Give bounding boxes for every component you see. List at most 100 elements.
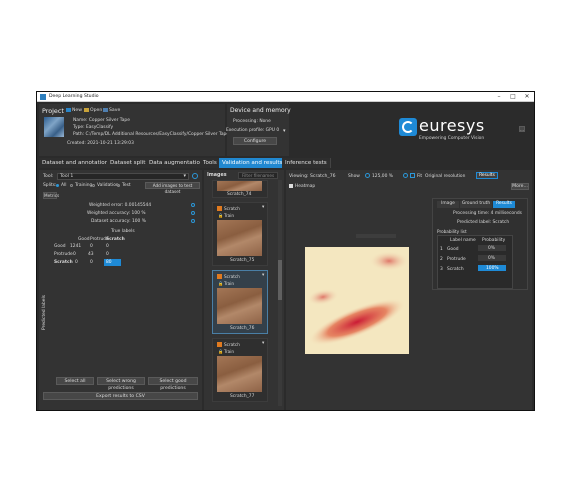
image-label: Scratch bbox=[224, 274, 240, 279]
results-panel: Image Ground truth Results Processing ti… bbox=[432, 198, 528, 290]
zoom-out-icon[interactable] bbox=[365, 173, 370, 178]
matrix-cell[interactable]: 43 bbox=[88, 252, 94, 257]
split-badge: 🔒 bbox=[218, 349, 224, 354]
tab-ground-truth[interactable]: Ground truth bbox=[460, 201, 492, 208]
image-thumbnail bbox=[217, 181, 262, 191]
heatmap-image[interactable] bbox=[305, 247, 409, 354]
tab-data-augmentation[interactable]: Data augmentation bbox=[146, 158, 208, 168]
new-button[interactable]: New bbox=[72, 108, 82, 113]
prob-row-name: Scratch bbox=[447, 267, 464, 272]
tab-tools[interactable]: Tools bbox=[200, 158, 221, 168]
image-thumbnail bbox=[217, 288, 262, 324]
help-icon[interactable] bbox=[191, 219, 195, 223]
matrix-cell-selected[interactable]: 80 bbox=[104, 259, 121, 266]
split-test-label: Test bbox=[122, 183, 131, 188]
prob-row-name: Protrude bbox=[447, 257, 466, 262]
save-button[interactable]: Save bbox=[109, 108, 120, 113]
tab-validation-and-results[interactable]: Validation and results bbox=[219, 158, 287, 168]
chevron-down-icon[interactable]: ▾ bbox=[262, 341, 264, 346]
image-label: Scratch bbox=[224, 342, 240, 347]
configure-button[interactable]: Configure bbox=[233, 137, 277, 145]
project-heading: Project bbox=[42, 107, 64, 115]
probability-table: Label name Probability 1 Good 0% 2 Protr… bbox=[437, 235, 513, 289]
select-all-button[interactable]: Select all bbox=[56, 377, 94, 385]
more-button[interactable]: More... bbox=[511, 183, 529, 190]
results-toggle-button[interactable]: Results bbox=[476, 172, 498, 179]
metrics-tab[interactable]: Metrics bbox=[43, 192, 59, 199]
about-button[interactable]: … bbox=[519, 126, 525, 132]
matrix-cell[interactable]: 1241 bbox=[70, 244, 81, 249]
tab-dataset-split[interactable]: Dataset split bbox=[107, 158, 150, 168]
minimize-icon[interactable]: – bbox=[492, 93, 506, 101]
split-all-radio[interactable] bbox=[56, 184, 59, 187]
col-label-name: Label name bbox=[450, 238, 476, 243]
zoom-in-icon[interactable] bbox=[403, 173, 408, 178]
add-images-button[interactable]: Add images to test dataset bbox=[145, 182, 200, 194]
maximize-icon[interactable]: □ bbox=[506, 93, 520, 101]
original-resolution-label[interactable]: Original resolution bbox=[425, 174, 465, 179]
split-validation-radio[interactable] bbox=[92, 184, 95, 187]
brand-tagline: Empowering Computer Vision bbox=[419, 136, 485, 141]
fit-icon[interactable] bbox=[410, 173, 415, 178]
image-caption: Scratch_76 bbox=[230, 326, 255, 331]
matrix-row-label-protrude: Protrude bbox=[54, 252, 73, 257]
matrix-cell[interactable]: 0 bbox=[106, 252, 109, 257]
profile-dropdown-icon[interactable]: ▾ bbox=[283, 128, 286, 134]
image-split: Train bbox=[224, 281, 235, 286]
project-type: Type: EasyClassify bbox=[73, 125, 114, 130]
device-heading: Device and memory bbox=[230, 107, 291, 114]
matrix-cell[interactable]: 0 bbox=[90, 244, 93, 249]
images-scrollbar[interactable] bbox=[278, 180, 282, 406]
image-split: Train bbox=[224, 349, 235, 354]
open-button[interactable]: Open bbox=[90, 108, 102, 113]
probability-list-heading: Probability list bbox=[437, 229, 467, 234]
tab-image[interactable]: Image bbox=[437, 201, 459, 208]
chevron-down-icon[interactable]: ▾ bbox=[262, 273, 264, 278]
brand-area: euresys Empowering Computer Vision … bbox=[291, 104, 534, 156]
chevron-down-icon[interactable]: ▾ bbox=[262, 205, 264, 210]
matrix-cell[interactable]: 0 bbox=[75, 260, 78, 265]
matrix-row-label-good: Good bbox=[54, 244, 66, 249]
heatmap-checkbox[interactable] bbox=[289, 184, 293, 188]
brand-name: euresys bbox=[419, 116, 485, 135]
select-good-predictions-button[interactable]: Select good predictions bbox=[148, 377, 198, 391]
show-label: Show bbox=[348, 174, 360, 179]
project-thumbnail bbox=[44, 117, 64, 137]
tool-select[interactable]: Tool 1 ▾ bbox=[57, 173, 189, 180]
matrix-header-good: Good bbox=[78, 237, 90, 242]
app-icon bbox=[40, 94, 46, 100]
filter-filenames-input[interactable]: Filter filenames bbox=[238, 172, 278, 179]
matrix-cell[interactable]: 0 bbox=[73, 252, 76, 257]
tab-dataset-and-annotations[interactable]: Dataset and annotations bbox=[39, 158, 116, 168]
split-test-radio[interactable] bbox=[117, 184, 120, 187]
help-icon[interactable] bbox=[191, 211, 195, 215]
fit-label[interactable]: Fit bbox=[417, 174, 422, 179]
image-caption: Scratch_77 bbox=[230, 394, 255, 399]
image-card[interactable]: Scratch_74 bbox=[212, 180, 268, 198]
dataset-accuracy: Dataset accuracy: 100 % bbox=[91, 219, 146, 224]
prob-bar: 0% bbox=[478, 245, 506, 251]
true-labels-heading: True labels bbox=[111, 229, 135, 234]
matrix-cell[interactable]: 0 bbox=[90, 260, 93, 265]
window-title: Deep Learning Studio bbox=[49, 94, 99, 99]
image-card[interactable]: Scratch ▾ 🔒 Train Scratch_75 bbox=[212, 202, 268, 266]
splits-label: Splits: bbox=[43, 183, 57, 188]
tab-inference-tests[interactable]: Inference tests bbox=[282, 158, 331, 168]
split-training-radio[interactable] bbox=[70, 184, 73, 187]
chevron-down-icon: ▾ bbox=[183, 173, 186, 179]
split-badge: 🔒 bbox=[218, 281, 224, 286]
project-panel: Project New Open Save Name: Copper Silve… bbox=[39, 104, 229, 156]
label-color-icon bbox=[217, 274, 222, 279]
close-icon[interactable]: ✕ bbox=[520, 93, 534, 101]
export-csv-button[interactable]: Export results to CSV bbox=[43, 392, 198, 400]
tab-results[interactable]: Results bbox=[493, 201, 515, 208]
matrix-cell[interactable]: 0 bbox=[106, 244, 109, 249]
prob-bar: 0% bbox=[478, 255, 506, 261]
settings-icon[interactable] bbox=[192, 173, 198, 179]
help-icon[interactable] bbox=[191, 203, 195, 207]
weighted-error: Weighted error: 0.00145544 bbox=[89, 203, 152, 208]
image-card-selected[interactable]: Scratch ▾ 🔒 Train Scratch_76 bbox=[212, 270, 268, 334]
select-wrong-predictions-button[interactable]: Select wrong predictions bbox=[97, 377, 145, 391]
image-card[interactable]: Scratch ▾ 🔒 Train Scratch_77 bbox=[212, 338, 268, 402]
tool-label: Tool: bbox=[43, 174, 54, 179]
